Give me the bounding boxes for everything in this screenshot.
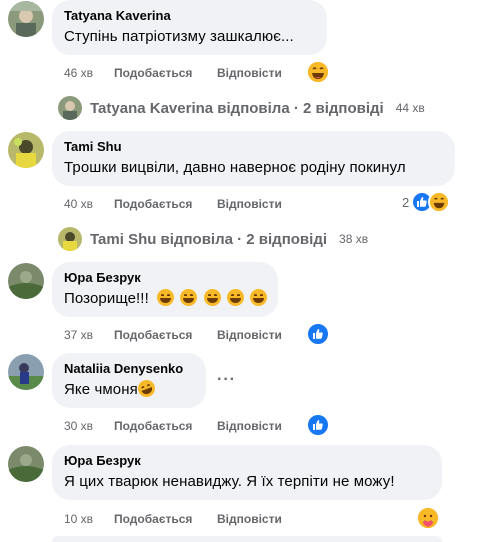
like-button[interactable]: Подобається — [114, 418, 217, 434]
like-button[interactable]: Подобається — [114, 327, 217, 343]
like-button[interactable]: Подобається — [114, 511, 217, 527]
comment-text: Ступінь патріотизму зашкалює... — [64, 28, 294, 45]
comment-author[interactable]: Tatyana Kaverina — [64, 8, 315, 24]
comment-time[interactable]: 46 хв — [64, 65, 114, 81]
reply-button[interactable]: Відповісти — [217, 65, 282, 81]
avatar[interactable] — [8, 132, 44, 168]
comment-time[interactable]: 37 хв — [64, 327, 114, 343]
reaction-summary[interactable] — [306, 60, 330, 84]
like-reaction-icon — [306, 322, 330, 346]
comment-actions: 46 хв Подобається Відповісти — [64, 65, 282, 81]
comment-bubble: Юра Безрук Я цих тварюк ненавиджу. Я їх … — [52, 445, 442, 500]
reply-avatar — [58, 96, 82, 120]
view-replies-link[interactable]: Tatyana Kaverina відповіла · 2 відповіді… — [58, 96, 425, 120]
reply-button[interactable]: Відповісти — [217, 418, 282, 434]
more-options-icon[interactable]: ··· — [217, 371, 236, 389]
comment-author[interactable]: Tami Shu — [64, 139, 443, 155]
grinning-emoji-icon — [180, 289, 198, 306]
comment-text: Яке чмоня — [64, 377, 194, 400]
comment-actions: 10 хв Подобається Відповісти — [64, 511, 282, 527]
haha-reaction-icon — [428, 191, 451, 213]
comment-text: Позорище!!! — [64, 289, 268, 309]
reaction-summary[interactable] — [306, 322, 330, 346]
grinning-emoji-icon — [226, 289, 244, 306]
comment-author[interactable]: Юра Безрук — [64, 270, 266, 286]
comment-time[interactable]: 10 хв — [64, 511, 114, 527]
avatar[interactable] — [8, 446, 44, 482]
reaction-summary[interactable] — [306, 413, 330, 437]
next-comment-bubble — [52, 536, 442, 542]
rolling-laughing-emoji-icon — [135, 377, 158, 400]
replies-time: 44 хв — [395, 101, 425, 115]
comment-time[interactable]: 40 хв — [64, 196, 114, 212]
comment-actions: 40 хв Подобається Відповісти — [64, 196, 282, 212]
comment-time[interactable]: 30 хв — [64, 418, 114, 434]
avatar[interactable] — [8, 263, 44, 299]
comment-bubble: Tatyana Kaverina Ступінь патріотизму заш… — [52, 0, 327, 55]
haha-reaction-icon — [306, 60, 330, 84]
comment-actions: 37 хв Подобається Відповісти — [64, 327, 282, 343]
comment-text: Я цих тварюк ненавиджу. Я їх терпіти не … — [64, 473, 395, 490]
comment-bubble: Юра Безрук Позорище!!! — [52, 262, 278, 317]
grinning-emoji-icon — [203, 289, 221, 306]
replies-count-label[interactable]: Tatyana Kaverina відповіла · 2 відповіді — [90, 100, 384, 117]
reply-button[interactable]: Відповісти — [217, 196, 282, 212]
replies-time: 38 хв — [339, 232, 369, 246]
reply-button[interactable]: Відповісти — [217, 327, 282, 343]
reaction-count: 2 — [402, 194, 410, 210]
replies-count-label[interactable]: Tami Shu відповіла · 2 відповіді — [90, 231, 327, 248]
avatar[interactable] — [8, 1, 44, 37]
like-button[interactable]: Подобається — [114, 196, 217, 212]
reaction-summary[interactable] — [416, 506, 440, 530]
comment-author[interactable]: Nataliia Denysenko — [64, 361, 194, 377]
comment-text-content: Позорище!!! — [64, 290, 149, 307]
avatar[interactable] — [8, 354, 44, 390]
grinning-emoji-icon — [157, 289, 175, 306]
reply-avatar — [58, 227, 82, 251]
care-reaction-icon — [416, 506, 440, 530]
comment-bubble: Tami Shu Трошки вицвіли, давно навернoє … — [52, 131, 455, 186]
comment-author[interactable]: Юра Безрук — [64, 453, 430, 469]
reaction-summary[interactable]: 2 — [402, 191, 451, 213]
reply-button[interactable]: Відповісти — [217, 511, 282, 527]
comment-actions: 30 хв Подобається Відповісти — [64, 418, 282, 434]
like-button[interactable]: Подобається — [114, 65, 217, 81]
comment-text-content: Яке чмоня — [64, 381, 138, 398]
like-reaction-icon — [306, 413, 330, 437]
view-replies-link[interactable]: Tami Shu відповіла · 2 відповіді 38 хв — [58, 227, 368, 251]
comment-text: Трошки вицвіли, давно навернoє родіну по… — [64, 159, 406, 176]
grinning-emoji-icon — [250, 289, 268, 306]
comment-bubble: Nataliia Denysenko Яке чмоня — [52, 353, 206, 408]
